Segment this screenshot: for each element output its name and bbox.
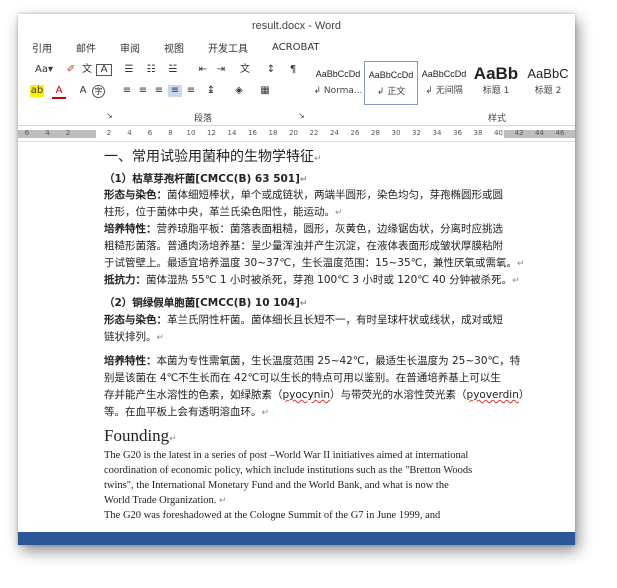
style-heading-2[interactable]: AaBbC 标题 2 bbox=[522, 61, 574, 103]
s1-line-6: 抵抗力：菌体湿热 55℃ 1 小时被杀死，芽孢 100℃ 3 小时或 120℃ … bbox=[104, 274, 520, 286]
ruler-tick: 24 bbox=[330, 129, 339, 137]
borders-icon[interactable]: ▦ bbox=[258, 85, 272, 97]
ruler-tick: 18 bbox=[268, 129, 278, 137]
justify-icon[interactable]: ≡ bbox=[168, 85, 182, 97]
s1-line-3: 培养特性：营养琼脂平板：菌落表面粗糙，圆形，灰黄色，边缘锯齿状，分离时应挑选 bbox=[104, 223, 503, 235]
line-spacing-icon[interactable]: ↨ bbox=[204, 85, 218, 97]
s2-line-6: 等。在血平板上会有透明溶血环。↵ bbox=[104, 406, 270, 418]
ruler-tick: 2 bbox=[65, 129, 71, 137]
style-normal[interactable]: AaBbCcDd ↲ Norma... bbox=[312, 61, 364, 103]
paragraph-group-label: 段落 bbox=[194, 114, 213, 124]
ruler-tick: 40 bbox=[494, 129, 503, 137]
ruler-tick: 20 bbox=[289, 129, 298, 137]
ruler-tick: 2 bbox=[106, 129, 112, 137]
section-2-title: （2）铜绿假单胞菌[CMCC(B) 10 104]↵ bbox=[104, 297, 308, 309]
ruler-tick: 4 bbox=[45, 129, 50, 137]
en-line-1: The G20 is the latest in a series of pos… bbox=[104, 450, 469, 461]
style-heading-1[interactable]: AaBb 标题 1 bbox=[470, 61, 522, 103]
tab-mailings[interactable]: 邮件 bbox=[76, 40, 96, 55]
heading-1: 一、常用试验用菌种的生物学特征↵ bbox=[104, 149, 322, 165]
increase-indent-icon[interactable]: ⇥ bbox=[214, 64, 228, 76]
ruler-tick: 26 bbox=[350, 129, 360, 137]
s1-line-4: 粗糙形菌落。普通肉汤培养基：呈少量浑浊并产生沉淀，在液体表面形成皱状厚膜粘附 bbox=[104, 240, 503, 252]
align-left-icon[interactable]: ≡ bbox=[120, 85, 134, 97]
styles-group-label: 样式 bbox=[488, 114, 507, 124]
s1-line-2: 柱形，位于菌体中央，革兰氏染色阳性，能运动。↵ bbox=[104, 206, 343, 218]
founding-heading: Founding↵ bbox=[104, 426, 177, 445]
document-page[interactable]: 一、常用试验用菌种的生物学特征↵ （1）枯草芽孢杆菌[CMCC(B) 63 50… bbox=[18, 142, 575, 532]
ruler-tick: 44 bbox=[535, 129, 544, 137]
ruler-tick: 28 bbox=[371, 129, 380, 137]
ruler-tick: 46 bbox=[555, 129, 565, 137]
asian-layout-icon[interactable]: 文 bbox=[238, 64, 252, 76]
ruler-tick: 14 bbox=[227, 129, 237, 137]
multilevel-list-icon[interactable]: ☱ bbox=[166, 64, 180, 76]
window-title: result.docx - Word bbox=[251, 19, 342, 32]
style-no-spacing[interactable]: AaBbCcDd ↲ 无间隔 bbox=[418, 61, 470, 103]
tab-acrobat[interactable]: ACROBAT bbox=[272, 42, 320, 53]
align-center-icon[interactable]: ≡ bbox=[136, 85, 150, 97]
s2-line-4: 别是该菌在 4℃不生长而在 42℃可以生长的特点可用以鉴别。在普通培养基上可以生 bbox=[104, 372, 501, 384]
style-zhengwen[interactable]: AaBbCcDd ↲ 正文 bbox=[364, 61, 418, 105]
ruler-tick: 6 bbox=[24, 129, 30, 137]
align-right-icon[interactable]: ≡ bbox=[152, 85, 166, 97]
font-dialog-launcher-icon[interactable]: ↘ bbox=[106, 111, 113, 120]
ruler-tick: 34 bbox=[432, 129, 442, 137]
tab-references[interactable]: 引用 bbox=[32, 40, 52, 55]
status-bar bbox=[18, 532, 575, 545]
sort-icon[interactable]: ↕ bbox=[264, 64, 278, 76]
decrease-indent-icon[interactable]: ⇤ bbox=[196, 64, 210, 76]
char-shading-icon[interactable]: A bbox=[76, 85, 90, 97]
ruler-tick: 30 bbox=[391, 129, 401, 137]
ruler-tick: 38 bbox=[473, 129, 483, 137]
enclose-char-icon[interactable]: 字 bbox=[92, 85, 105, 98]
ruler-tick: 36 bbox=[453, 129, 462, 137]
tab-review[interactable]: 审阅 bbox=[120, 40, 140, 55]
ruler-tick: 32 bbox=[412, 129, 421, 137]
distributed-icon[interactable]: ≡ bbox=[184, 85, 198, 97]
font-color-icon[interactable]: A bbox=[52, 85, 66, 99]
word-window: result.docx - Word 引用 邮件 审阅 视图 开发工具 ACRO… bbox=[18, 14, 575, 545]
ruler-tick: 12 bbox=[207, 129, 216, 137]
s2-line-2: 链状排列。↵ bbox=[104, 331, 165, 343]
ruler-tick: 6 bbox=[147, 129, 153, 137]
shading-icon[interactable]: ◈ bbox=[232, 85, 246, 97]
ruler-tick: 22 bbox=[309, 129, 319, 137]
highlight-icon[interactable]: ab bbox=[30, 85, 44, 97]
clear-format-icon[interactable]: ✐ bbox=[64, 64, 78, 76]
en-line-2: coordination of economic policy, which i… bbox=[104, 465, 473, 476]
show-marks-icon[interactable]: ¶ bbox=[286, 64, 300, 76]
s1-line-5: 于试管壁上。最适宜培养温度 30~37℃，生长温度范围：15~35℃，兼性厌氧或… bbox=[104, 257, 525, 269]
ruler-tick: 10 bbox=[186, 129, 196, 137]
change-case-button[interactable]: Aa▾ bbox=[32, 64, 56, 76]
en-line-3: twins", the International Monetary Fund … bbox=[104, 480, 449, 491]
section-1-title: （1）枯草芽孢杆菌[CMCC(B) 63 501]↵ bbox=[104, 173, 308, 185]
horizontal-ruler[interactable]: 6 4 2 2 4 6 8 10 12 14 16 18 20 22 24 26 28 30 32 34 36 38 40 4… bbox=[18, 127, 575, 142]
s1-line-1: 形态与染色：菌体细短棒状，单个或成链状，两端半圆形，染色均匀，芽孢椭圆形或圆 bbox=[104, 189, 503, 201]
en-line-4: World Trade Organization. ↵ bbox=[104, 495, 227, 506]
paragraph-dialog-launcher-icon[interactable]: ↘ bbox=[298, 111, 305, 120]
ruler-tick: 8 bbox=[168, 129, 173, 137]
title-bar: result.docx - Word bbox=[18, 14, 575, 37]
ribbon-tabs: 引用 邮件 审阅 视图 开发工具 ACROBAT bbox=[18, 37, 575, 57]
ribbon: Aa▾ ✐ 文 A ab A A 字 ☰ ☷ ☱ ⇤ ⇥ 文 ↕ ¶ ≡ ≡ ≡… bbox=[18, 57, 575, 126]
s2-line-1: 形态与染色：革兰氏阴性杆菌。菌体细长且长短不一，有时呈球杆状或线状，成对或短 bbox=[104, 314, 503, 326]
tab-developer[interactable]: 开发工具 bbox=[208, 40, 248, 55]
s2-line-3: 培养特性：本菌为专性需氧菌，生长温度范围 25~42℃，最适生长温度为 25~3… bbox=[104, 355, 521, 367]
ruler-tick: 42 bbox=[514, 129, 524, 137]
phonetic-guide-icon[interactable]: 文 bbox=[80, 64, 94, 76]
en-line-5: The G20 was foreshadowed at the Cologne … bbox=[104, 510, 441, 521]
ruler-tick: 16 bbox=[248, 129, 257, 137]
char-border-icon[interactable]: A bbox=[96, 64, 112, 76]
numbering-icon[interactable]: ☷ bbox=[144, 64, 158, 76]
bullets-icon[interactable]: ☰ bbox=[122, 64, 136, 76]
ruler-tick: 4 bbox=[127, 129, 132, 137]
s2-line-5: 存并能产生水溶性的色素，如绿脓素（pyocynin）与带荧光的水溶性荧光素（py… bbox=[104, 389, 530, 401]
tab-view[interactable]: 视图 bbox=[164, 40, 184, 55]
